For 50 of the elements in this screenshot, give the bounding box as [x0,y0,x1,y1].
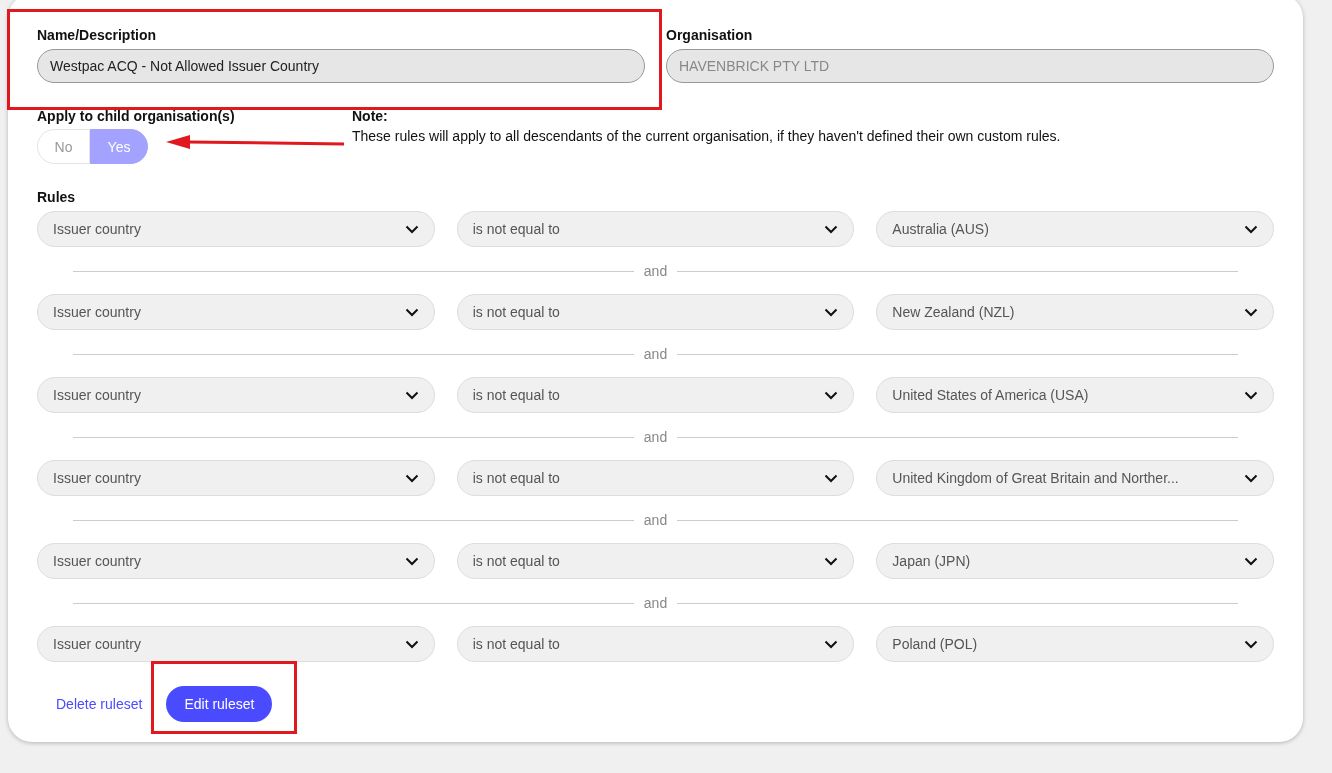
chevron-down-icon [1244,473,1258,483]
chevron-down-icon [824,390,839,400]
edit-ruleset-button[interactable]: Edit ruleset [166,686,273,722]
chevron-down-icon [404,390,419,400]
dropdown-select[interactable]: United Kingdom of Great Britain and Norther... [876,460,1274,496]
note-title: Note: [352,108,389,124]
chevron-down-icon [404,556,419,566]
dropdown-select[interactable]: is not equal to [456,626,855,662]
field-label: Name/Description [37,27,158,43]
dropdown-select[interactable]: Issuer country [37,460,435,496]
chevron-down-icon [824,473,839,483]
chevron-down-icon [1244,556,1258,566]
connector-label: and [643,346,668,362]
dropdown-select[interactable]: is not equal to [456,460,855,496]
dropdown-select[interactable]: is not equal to [456,211,855,247]
connector-label: and [643,429,668,445]
dropdown-select[interactable]: Issuer country [37,626,435,662]
chevron-down-icon [1244,307,1258,317]
chevron-down-icon [824,224,839,234]
dropdown-select[interactable]: Issuer country [37,294,435,330]
dropdown-select[interactable]: is not equal to [456,543,855,579]
delete-ruleset-link[interactable]: Delete ruleset [56,696,143,712]
chevron-down-icon [1244,224,1258,234]
chevron-down-icon [404,307,419,317]
name-input-field[interactable]: Westpac ACQ - Not Allowed Issuer Country [37,49,645,83]
field-label: Apply to child organisation(s) [37,108,236,124]
dropdown-select[interactable]: New Zealand (NZL) [876,294,1274,330]
dropdown-select[interactable]: is not equal to [456,294,855,330]
connector-label: and [643,512,668,528]
chevron-down-icon [824,639,839,649]
chevron-down-icon [404,224,419,234]
dropdown-select[interactable]: Japan (JPN) [876,543,1274,579]
field-label: Organisation [666,27,754,43]
connector-label: and [643,595,668,611]
rules-label: Rules [37,189,77,205]
dropdown-select[interactable]: Poland (POL) [876,626,1274,662]
dropdown-select[interactable]: Issuer country [37,211,435,247]
chevron-down-icon [404,639,419,649]
note-text: These rules will apply to all descendants of the current organisation, if they haven't defined their own custom rules. [352,128,1061,144]
dropdown-select[interactable]: United States of America (USA) [876,377,1274,413]
dropdown-select[interactable]: Issuer country [37,543,435,579]
chevron-down-icon [824,556,839,566]
dropdown-select[interactable]: Australia (AUS) [876,211,1274,247]
dropdown-select[interactable]: Issuer country [37,377,435,413]
dropdown-select[interactable]: is not equal to [456,377,855,413]
chevron-down-icon [824,307,839,317]
connector-label: and [643,263,668,279]
chevron-down-icon [1244,639,1258,649]
chevron-down-icon [1244,390,1258,400]
chevron-down-icon [404,473,419,483]
